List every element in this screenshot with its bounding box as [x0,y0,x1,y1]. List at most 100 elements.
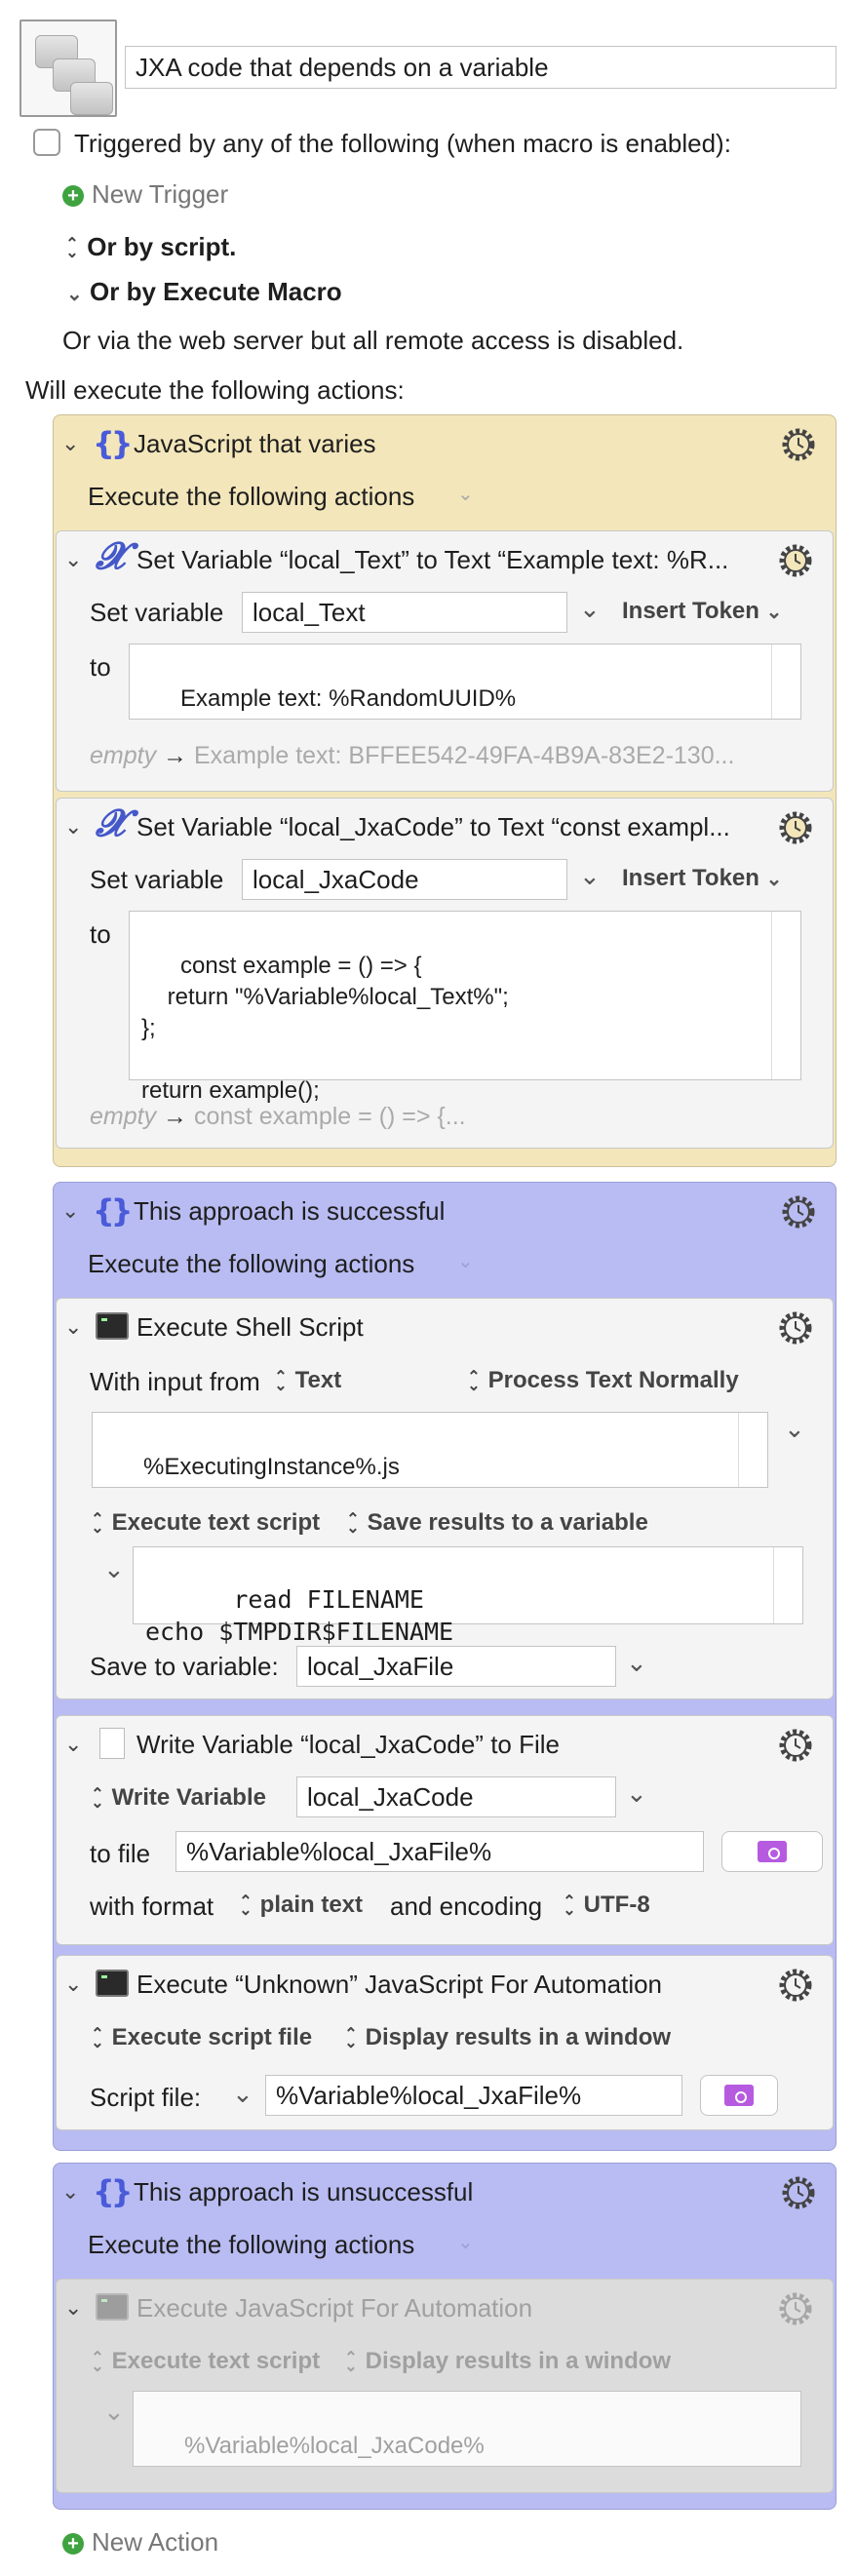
action-title: Set Variable “local_JxaCode” to Text “co… [136,812,730,841]
chevron-down-icon[interactable]: ⌄ [64,1971,82,1997]
scrollbar[interactable] [773,1547,802,1623]
action-header[interactable]: ⌄ 𝓧 Set Variable “local_Text” to Text “E… [57,531,833,590]
gear-icon[interactable] [779,425,818,464]
chevron-down-icon[interactable]: ⌄ [61,2179,79,2205]
or-by-execute-macro-toggle[interactable]: ⌄ Or by Execute Macro [66,277,342,307]
execute-mode-popup[interactable]: ⌃ ⌄ Execute script file [90,2024,312,2051]
script-file-chevron-icon[interactable]: ⌄ [232,2079,253,2109]
new-action-button[interactable]: + New Action [62,2527,218,2557]
encoding-value: UTF-8 [583,1892,650,1918]
text-area[interactable]: const example = () => { return "%Variabl… [129,911,801,1104]
scrollbar[interactable] [771,912,800,1079]
updown-icon: ⌃ ⌄ [91,2025,104,2051]
chevron-down-icon[interactable]: ⌄ [61,1198,79,1224]
gear-icon[interactable] [776,1726,815,1765]
save-variable-field[interactable]: local_JxaFile [296,1646,616,1687]
gear-icon[interactable] [776,1308,815,1347]
group-subtitle: Execute the following actions [88,2230,415,2259]
group-header[interactable]: ⌄ {} This approach is successful [54,1183,836,1241]
format-popup[interactable]: ⌃ ⌄ plain text [238,1892,363,1919]
folder-button[interactable] [700,2075,778,2116]
execute-mode-popup[interactable]: ⌃ ⌄ Execute text script [90,2348,320,2375]
group-approach-successful: ⌄ {} This approach is successful Execute… [53,1182,837,2151]
gear-icon[interactable] [779,1192,818,1231]
input-from-label: With input from [90,1367,260,1396]
chevron-down-icon[interactable]: ⌄ [61,431,79,456]
input-source-popup[interactable]: ⌃ ⌄ Text [273,1367,341,1394]
action-title: Execute JavaScript For Automation [136,2293,533,2322]
set-variable-label: Set variable [90,598,224,627]
chevron-down-icon[interactable]: ⌄ [457,2230,474,2254]
group-approach-unsuccessful: ⌄ {} This approach is unsuccessful Execu… [53,2163,837,2510]
updown-icon: ⌃ ⌄ [91,1785,104,1812]
terminal-icon [96,1312,129,1340]
save-mode-popup[interactable]: ⌃ ⌄ Save results to a variable [345,1509,648,1537]
shell-script-area[interactable]: read FILENAME echo $TMPDIR$FILENAME [133,1546,803,1646]
trigger-checkbox[interactable] [33,129,60,156]
or-by-script-toggle[interactable]: ⌃ ⌄ Or by script. [64,232,236,262]
updown-icon: ⌃ ⌄ [467,1368,481,1394]
scrollbar[interactable] [771,644,800,719]
jxa-script-content: %Variable%local_JxaCode% [184,2433,485,2459]
variable-dropdown-chevron-icon[interactable]: ⌄ [579,594,601,624]
encoding-popup[interactable]: ⌃ ⌄ UTF-8 [562,1892,650,1919]
action-header[interactable]: ⌄ Write Variable “local_JxaCode” to File [57,1716,833,1775]
display-mode-popup[interactable]: ⌃ ⌄ Display results in a window [343,2348,671,2375]
script-chevron-icon[interactable]: ⌄ [103,2397,125,2427]
input-text-content: %ExecutingInstance%.js [143,1454,400,1480]
script-file-field[interactable]: %Variable%local_JxaFile% [265,2075,682,2116]
folder-button[interactable] [721,1831,823,1872]
text-area-content: const example = () => { return "%Variabl… [141,953,509,1104]
action-write-variable-to-file: ⌄ Write Variable “local_JxaCode” to File… [56,1715,834,1945]
variable-name-field[interactable]: local_Text [242,592,567,633]
variable-dropdown-chevron-icon[interactable]: ⌄ [579,861,601,891]
text-area[interactable]: Example text: %RandomUUID% [129,644,801,720]
variable-name-field[interactable]: local_JxaCode [242,859,567,900]
execute-mode-popup[interactable]: ⌃ ⌄ Execute text script [90,1509,320,1537]
input-text-chevron-icon[interactable]: ⌄ [784,1414,805,1444]
action-header[interactable]: ⌄ Execute JavaScript For Automation [57,2280,833,2338]
group-header[interactable]: ⌄ {} This approach is unsuccessful [54,2164,836,2222]
input-text-area[interactable]: %ExecutingInstance%.js [92,1412,768,1488]
new-trigger-button[interactable]: + New Trigger [62,179,228,210]
save-variable-chevron-icon[interactable]: ⌄ [626,1648,647,1678]
scrollbar[interactable] [738,1413,767,1487]
write-variable-popup[interactable]: ⌃ ⌄ Write Variable [90,1784,266,1812]
arrow-right-icon: → [163,742,188,769]
chevron-down-icon[interactable]: ⌄ [457,482,474,506]
write-variable-field[interactable]: local_JxaCode [296,1776,616,1817]
action-header[interactable]: ⌄ 𝓧 Set Variable “local_JxaCode” to Text… [57,799,833,857]
chevron-down-icon[interactable]: ⌄ [457,1249,474,1273]
result-preview: empty → Example text: BFFEE542-49FA-4B9A… [90,742,734,770]
action-header[interactable]: ⌄ Execute Shell Script [57,1299,833,1357]
group-header[interactable]: ⌄ {} JavaScript that varies [54,415,836,474]
file-path-field[interactable]: %Variable%local_JxaFile% [175,1831,704,1872]
gear-icon[interactable] [779,2173,818,2212]
chevron-down-icon[interactable]: ⌄ [64,547,82,572]
insert-token-button[interactable]: Insert Token ⌄ [622,865,782,892]
chevron-down-icon[interactable]: ⌄ [64,1314,82,1340]
action-header[interactable]: ⌄ Execute “Unknown” JavaScript For Autom… [57,1956,833,2014]
chevron-down-icon: ⌄ [765,869,783,890]
insert-token-button[interactable]: Insert Token ⌄ [622,598,782,625]
display-mode-popup[interactable]: ⌃ ⌄ Display results in a window [343,2024,671,2051]
macro-name-field[interactable]: JXA code that depends on a variable [125,46,837,89]
write-variable-chevron-icon[interactable]: ⌄ [626,1778,647,1809]
action-title: Write Variable “local_JxaCode” to File [136,1730,560,1759]
chevron-down-icon[interactable]: ⌄ [64,1732,82,1757]
gear-icon[interactable] [776,2289,815,2328]
shell-script-content: read FILENAME echo $TMPDIR$FILENAME [145,1585,454,1646]
chevron-down-icon[interactable]: ⌄ [64,814,82,839]
chevron-down-icon[interactable]: ⌄ [64,2295,82,2321]
gear-icon[interactable] [776,541,815,580]
jxa-script-area[interactable]: %Variable%local_JxaCode% [133,2391,801,2467]
process-text-popup[interactable]: ⌃ ⌄ Process Text Normally [466,1367,738,1394]
arrow-right-icon: → [163,1103,188,1130]
gear-icon[interactable] [776,808,815,847]
script-chevron-icon[interactable]: ⌄ [103,1554,125,1584]
group-title: This approach is successful [134,1196,446,1226]
macro-icon[interactable] [19,20,117,117]
action-title: Execute Shell Script [136,1312,364,1342]
gear-icon[interactable] [776,1966,815,2005]
to-file-label: to file [90,1839,151,1868]
